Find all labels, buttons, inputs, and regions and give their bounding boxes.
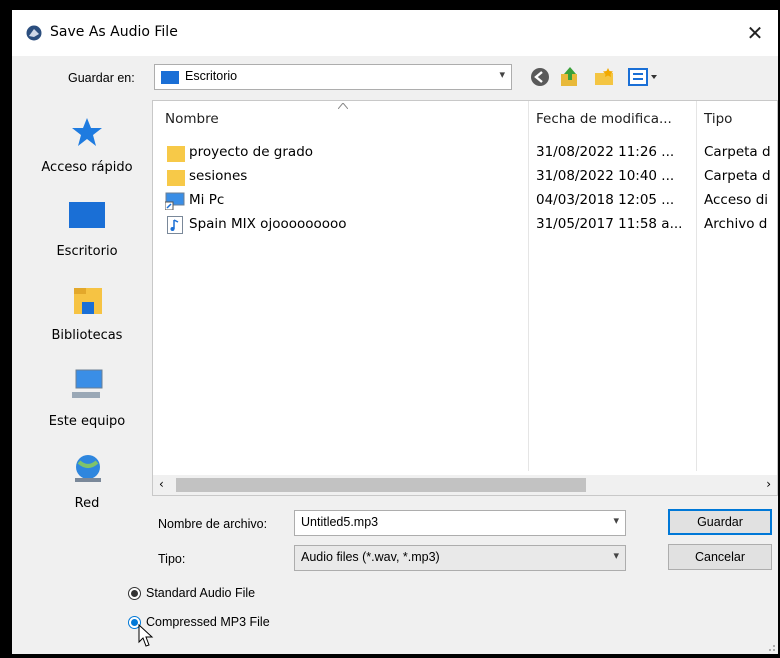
file-row[interactable]: Mi Pc 04/03/2018 12:05 ... Acceso di (153, 189, 779, 213)
horizontal-scrollbar[interactable]: ‹ › (153, 475, 777, 495)
mouse-cursor-icon (138, 624, 154, 647)
file-type-value: Audio files (*.wav, *.mp3) (301, 550, 440, 564)
chevron-down-icon: ▾ (613, 549, 619, 562)
save-in-value: Escritorio (185, 69, 238, 83)
column-header-type[interactable]: Tipo (704, 111, 732, 127)
file-type: Carpeta d (704, 168, 771, 184)
file-date: 31/08/2022 11:26 ... (536, 144, 675, 160)
place-libraries[interactable]: Bibliotecas (22, 284, 152, 356)
file-name: proyecto de grado (189, 144, 314, 160)
file-date: 04/03/2018 12:05 ... (536, 192, 675, 208)
place-label: Bibliotecas (51, 328, 123, 343)
sort-ascending-icon (338, 103, 348, 109)
compressed-mp3-label: Compressed MP3 File (146, 615, 270, 629)
place-label: Escritorio (56, 244, 118, 259)
place-network[interactable]: Red (22, 452, 152, 524)
scroll-left-icon[interactable]: ‹ (159, 477, 164, 491)
filename-combobox[interactable]: Untitled5.mp3 ▾ (294, 510, 626, 536)
places-bar: Acceso rápido Escritorio Bibliotecas Est… (22, 100, 154, 511)
standard-audio-radio[interactable] (128, 587, 141, 600)
shortcut-icon (165, 192, 185, 210)
column-header-name[interactable]: Nombre (165, 111, 219, 127)
file-name: sesiones (189, 168, 248, 184)
libraries-icon (74, 288, 102, 314)
window-title: Save As Audio File (50, 24, 178, 40)
title-bar: Save As Audio File ✕ (12, 10, 778, 56)
file-row[interactable]: proyecto de grado 31/08/2022 11:26 ... C… (153, 141, 779, 165)
new-folder-icon[interactable] (594, 67, 616, 87)
file-name: Mi Pc (189, 192, 225, 208)
app-icon (26, 25, 42, 41)
up-folder-icon[interactable] (560, 66, 580, 88)
desktop-icon (69, 202, 105, 228)
close-icon: ✕ (746, 21, 764, 45)
resize-grip-icon[interactable] (766, 642, 776, 652)
standard-audio-label: Standard Audio File (146, 586, 256, 600)
save-button[interactable]: Guardar (668, 509, 772, 535)
place-label: Este equipo (48, 414, 126, 429)
save-as-dialog: Save As Audio File ✕ Guardar en: Escrito… (12, 10, 778, 654)
scrollbar-thumb[interactable] (176, 478, 586, 492)
star-icon (72, 118, 102, 146)
file-date: 31/08/2022 10:40 ... (536, 168, 675, 184)
filename-input[interactable]: Untitled5.mp3 (301, 515, 378, 529)
save-in-label: Guardar en: (68, 71, 135, 85)
place-desktop[interactable]: Escritorio (22, 200, 152, 272)
chevron-down-icon[interactable]: ▾ (613, 514, 619, 527)
view-menu-icon[interactable] (628, 67, 660, 87)
file-type: Archivo d (704, 216, 768, 232)
file-name: Spain MIX ojooooooooo (189, 216, 347, 232)
place-quick-access[interactable]: Acceso rápido (22, 116, 152, 188)
file-type: Carpeta d (704, 144, 771, 160)
place-label: Red (74, 496, 100, 511)
back-icon[interactable] (530, 67, 550, 87)
file-row[interactable]: sesiones 31/08/2022 10:40 ... Carpeta d (153, 165, 779, 189)
close-button[interactable]: ✕ (738, 18, 772, 48)
scroll-right-icon[interactable]: › (766, 477, 771, 491)
network-icon (75, 455, 101, 482)
folder-icon (167, 170, 185, 186)
file-date: 31/05/2017 11:58 a... (536, 216, 683, 232)
folder-icon (167, 146, 185, 162)
column-header-date[interactable]: Fecha de modifica... (536, 111, 672, 127)
file-type-dropdown[interactable]: Audio files (*.wav, *.mp3) ▾ (294, 545, 626, 571)
cancel-button[interactable]: Cancelar (668, 544, 772, 570)
computer-icon (72, 369, 103, 398)
save-in-dropdown[interactable]: Escritorio ▾ (154, 64, 512, 90)
file-list[interactable]: Nombre Fecha de modifica... Tipo proyect… (152, 100, 778, 496)
desktop-icon (161, 71, 179, 84)
audio-file-icon (167, 216, 183, 234)
place-this-pc[interactable]: Este equipo (22, 368, 152, 440)
file-row[interactable]: Spain MIX ojooooooooo 31/05/2017 11:58 a… (153, 213, 779, 237)
chevron-down-icon: ▾ (499, 68, 505, 81)
place-label: Acceso rápido (41, 160, 133, 175)
file-type: Acceso di (704, 192, 769, 208)
type-label: Tipo: (158, 552, 186, 566)
filename-label: Nombre de archivo: (158, 517, 268, 531)
